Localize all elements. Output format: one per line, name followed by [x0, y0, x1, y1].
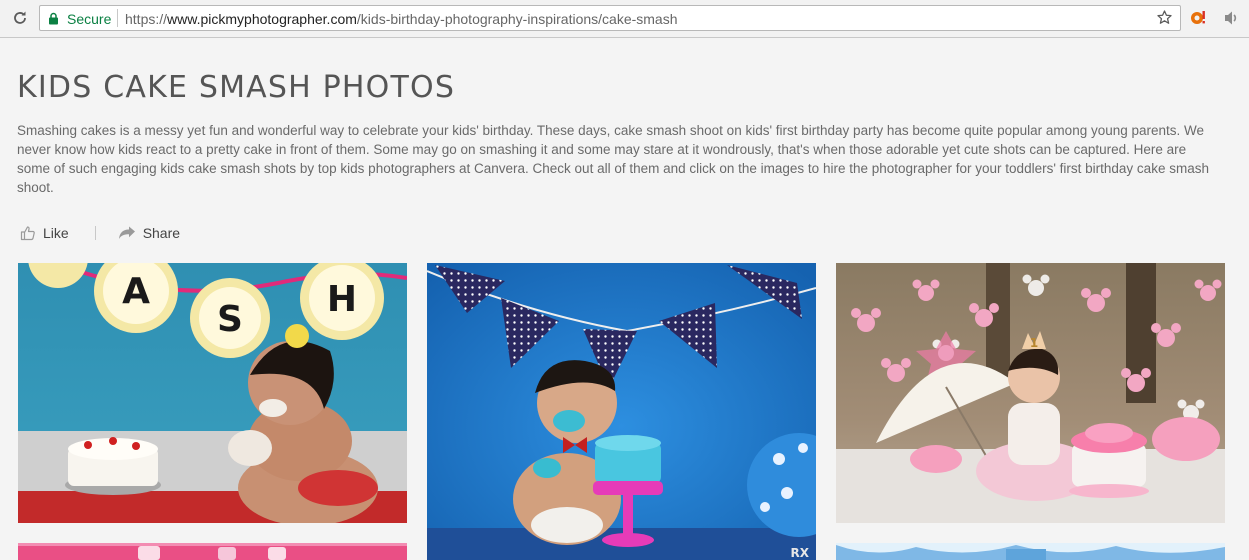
photo-3-illustration: 1 — [836, 263, 1225, 523]
browser-toolbar: Secure https://www.pickmyphotographer.co… — [0, 0, 1249, 38]
page-description: Smashing cakes is a messy yet fun and wo… — [17, 123, 1209, 195]
extension-icon[interactable] — [1190, 9, 1208, 27]
share-arrow-icon — [118, 226, 135, 239]
cake-smash-photo-3[interactable]: 1 — [836, 263, 1225, 523]
secure-label: Secure — [67, 11, 112, 27]
star-icon[interactable] — [1156, 9, 1173, 26]
plate-letter: A — [122, 271, 150, 312]
url-host: www.pickmyphotographer.com — [167, 11, 357, 27]
lock-icon — [49, 12, 58, 25]
plate-s: S — [190, 278, 270, 358]
photo-watermark: RX — [791, 546, 810, 560]
plate-letter: H — [327, 279, 357, 320]
cake-smash-photo-5[interactable] — [836, 543, 1225, 560]
photo-4-illustration — [18, 543, 407, 560]
url-scheme: https:// — [125, 11, 168, 27]
reload-button[interactable] — [10, 8, 30, 28]
like-button[interactable]: Like — [20, 225, 69, 241]
social-actions: Like Share — [20, 222, 180, 244]
actions-divider — [94, 226, 96, 240]
cake-smash-photo-1[interactable]: A S H — [18, 263, 407, 523]
url-path: /kids-birthday-photography-inspirations/… — [356, 11, 678, 27]
url-text[interactable]: https://www.pickmyphotographer.com/kids-… — [125, 11, 678, 27]
address-divider — [117, 9, 118, 27]
share-label: Share — [142, 225, 181, 241]
reload-icon — [14, 11, 26, 24]
crown-number: 1 — [1030, 336, 1038, 350]
share-button[interactable]: Share — [118, 225, 180, 241]
cake-smash-photo-2[interactable]: RX — [427, 263, 816, 560]
photo-2-illustration: RX — [427, 263, 816, 560]
address-bar[interactable]: Secure https://www.pickmyphotographer.co… — [39, 5, 1181, 31]
like-label: Like — [43, 225, 69, 241]
plate-letter: S — [217, 299, 243, 340]
cake-smash-photo-4[interactable] — [18, 543, 407, 560]
page-title: KIDS CAKE SMASH PHOTOS — [17, 70, 456, 105]
photo-1-illustration: A S H — [18, 263, 407, 523]
thumbs-up-icon — [20, 226, 35, 241]
photo-5-illustration — [836, 543, 1225, 560]
speaker-icon[interactable] — [1222, 9, 1240, 27]
